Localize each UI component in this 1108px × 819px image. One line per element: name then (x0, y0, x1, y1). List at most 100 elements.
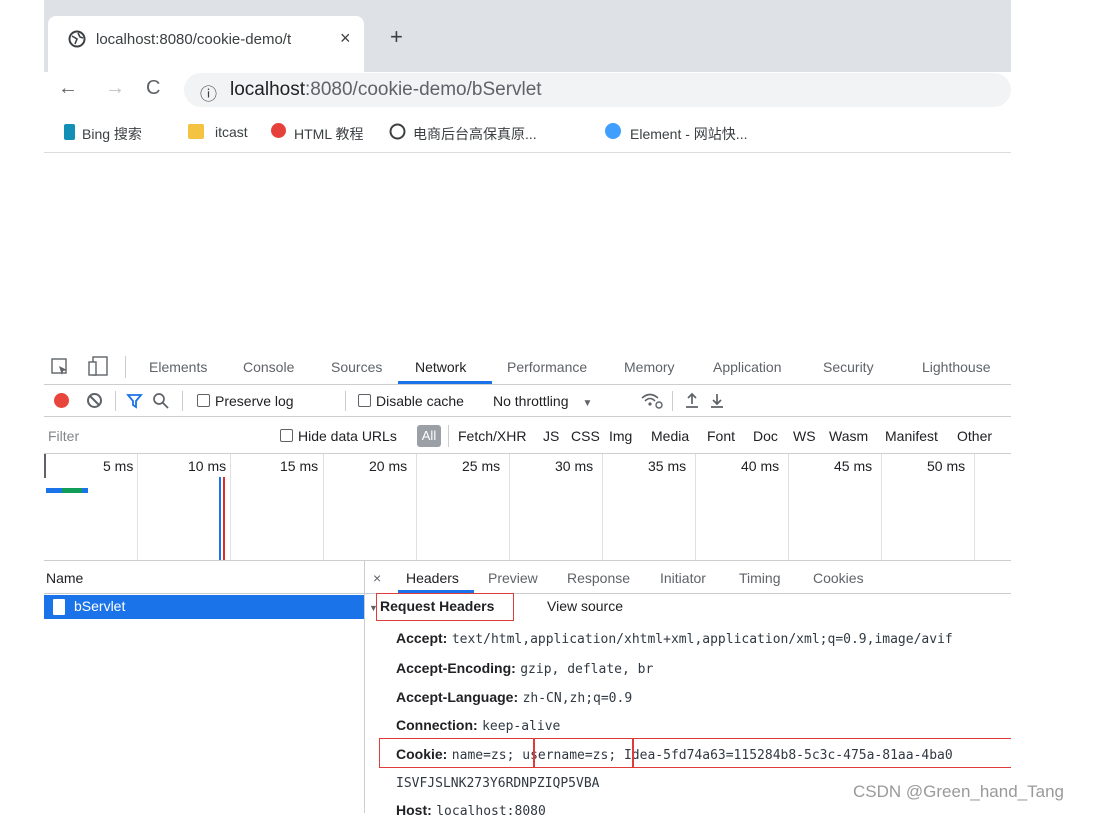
header-key: Host: (396, 802, 432, 818)
highlight-divider (632, 738, 634, 767)
site-info-icon[interactable]: ⓘ (200, 80, 217, 105)
tab-timing[interactable]: Timing (739, 570, 781, 586)
device-toggle-icon[interactable] (88, 356, 112, 376)
grid-line (695, 454, 696, 560)
grid-line (230, 454, 231, 560)
header-connection: Connection: keep-alive (396, 717, 1108, 734)
divider (125, 356, 126, 378)
header-accept-encoding: Accept-Encoding: gzip, deflate, br (396, 660, 1108, 677)
header-host: Host: localhost:8080 (396, 802, 1108, 819)
tab-application[interactable]: Application (713, 359, 782, 375)
network-conditions-icon[interactable] (640, 391, 664, 409)
tab-network[interactable]: Network (415, 359, 466, 375)
tab-initiator[interactable]: Initiator (660, 570, 706, 586)
preserve-log-label: Preserve log (215, 393, 294, 409)
header-value: gzip, deflate, br (520, 662, 654, 677)
filter-type-font[interactable]: Font (707, 428, 735, 444)
bookmark-ecommerce[interactable]: 电商后台高保真原... (413, 124, 537, 144)
globe-icon (68, 30, 86, 48)
grid-line (416, 454, 417, 560)
tab-performance[interactable]: Performance (507, 359, 587, 375)
url-host: localhost (230, 79, 305, 100)
right-margin (1011, 0, 1108, 813)
filter-type-media[interactable]: Media (651, 428, 689, 444)
runoob-icon (271, 123, 286, 138)
header-value: text/html,application/xhtml+xml,applicat… (451, 632, 953, 647)
header-accept: Accept: text/html,application/xhtml+xml,… (396, 630, 1108, 647)
divider (448, 425, 449, 447)
folder-icon (188, 124, 204, 139)
grid-line (974, 454, 975, 560)
disable-cache-checkbox[interactable]: Disable cache (358, 393, 464, 409)
reload-button[interactable]: C (146, 77, 160, 100)
divider (115, 391, 116, 411)
timeline-handle[interactable] (44, 454, 46, 478)
filter-type-fetch[interactable]: Fetch/XHR (458, 428, 526, 444)
grid-line (881, 454, 882, 560)
filter-type-doc[interactable]: Doc (753, 428, 778, 444)
tick-label: 40 ms (741, 458, 780, 474)
new-tab-button[interactable]: + (390, 24, 403, 50)
url-path: :8080/cookie-demo/bServlet (305, 79, 542, 100)
request-download-bar (62, 488, 82, 493)
import-har-icon[interactable] (685, 392, 699, 408)
filter-type-img[interactable]: Img (609, 428, 632, 444)
globe-icon (389, 123, 406, 140)
header-accept-language: Accept-Language: zh-CN,zh;q=0.9 (396, 689, 1108, 706)
document-icon (53, 599, 65, 615)
record-icon[interactable] (54, 393, 69, 408)
header-value: localhost:8080 (436, 804, 546, 819)
request-name: bServlet (74, 598, 126, 614)
filter-type-all[interactable]: All (417, 425, 441, 447)
watermark: CSDN @Green_hand_Tang (853, 782, 1064, 801)
throttling-select[interactable]: No throttling ▼ (493, 393, 592, 409)
tab-sources[interactable]: Sources (331, 359, 382, 375)
disable-cache-label: Disable cache (376, 393, 464, 409)
filter-type-ws[interactable]: WS (793, 428, 816, 444)
tab-headers[interactable]: Headers (406, 570, 459, 586)
filter-input[interactable]: Filter (48, 428, 79, 444)
load-line (223, 477, 225, 560)
filter-icon[interactable] (126, 392, 143, 409)
tab-elements[interactable]: Elements (149, 359, 207, 375)
close-details-button[interactable]: × (373, 570, 381, 586)
tab-preview[interactable]: Preview (488, 570, 538, 586)
view-source-link[interactable]: View source (547, 598, 623, 614)
forward-button[interactable]: → (105, 77, 125, 100)
filter-type-js[interactable]: JS (543, 428, 559, 444)
preserve-log-checkbox[interactable]: Preserve log (197, 393, 294, 409)
tab-cookies[interactable]: Cookies (813, 570, 864, 586)
filter-type-manifest[interactable]: Manifest (885, 428, 938, 444)
bookmark-bing[interactable]: Bing 搜索 (82, 124, 142, 144)
tab-security[interactable]: Security (823, 359, 874, 375)
filter-type-other[interactable]: Other (957, 428, 992, 444)
divider (672, 391, 673, 411)
tick-label: 5 ms (103, 458, 134, 474)
bookmark-itcast[interactable]: itcast (215, 124, 248, 140)
domcontentloaded-line (219, 477, 221, 560)
tab-response[interactable]: Response (567, 570, 630, 586)
bookmark-element[interactable]: Element - 网站快... (630, 124, 747, 144)
header-key: Accept-Encoding: (396, 660, 516, 676)
tick-label: 20 ms (369, 458, 408, 474)
tick-label: 15 ms (280, 458, 319, 474)
filter-type-css[interactable]: CSS (571, 428, 600, 444)
clear-icon[interactable] (86, 392, 103, 409)
name-header-label: Name (46, 570, 84, 586)
bookmark-html[interactable]: HTML 教程 (294, 124, 363, 144)
name-column-header (44, 560, 364, 594)
search-icon[interactable] (152, 392, 169, 409)
highlight-box (376, 593, 514, 621)
tab-lighthouse[interactable]: Lighthouse (922, 359, 991, 375)
hide-data-urls-checkbox[interactable]: Hide data URLs (280, 428, 397, 444)
tab-console[interactable]: Console (243, 359, 294, 375)
header-value: zh-CN,zh;q=0.9 (522, 691, 633, 706)
tab-memory[interactable]: Memory (624, 359, 675, 375)
filter-type-wasm[interactable]: Wasm (829, 428, 868, 444)
close-tab-icon[interactable]: × (340, 28, 351, 49)
export-har-icon[interactable] (710, 392, 724, 408)
back-button[interactable]: ← (58, 77, 78, 100)
panel-splitter[interactable] (364, 560, 365, 813)
inspect-icon[interactable] (51, 358, 69, 376)
tick-label: 30 ms (555, 458, 594, 474)
